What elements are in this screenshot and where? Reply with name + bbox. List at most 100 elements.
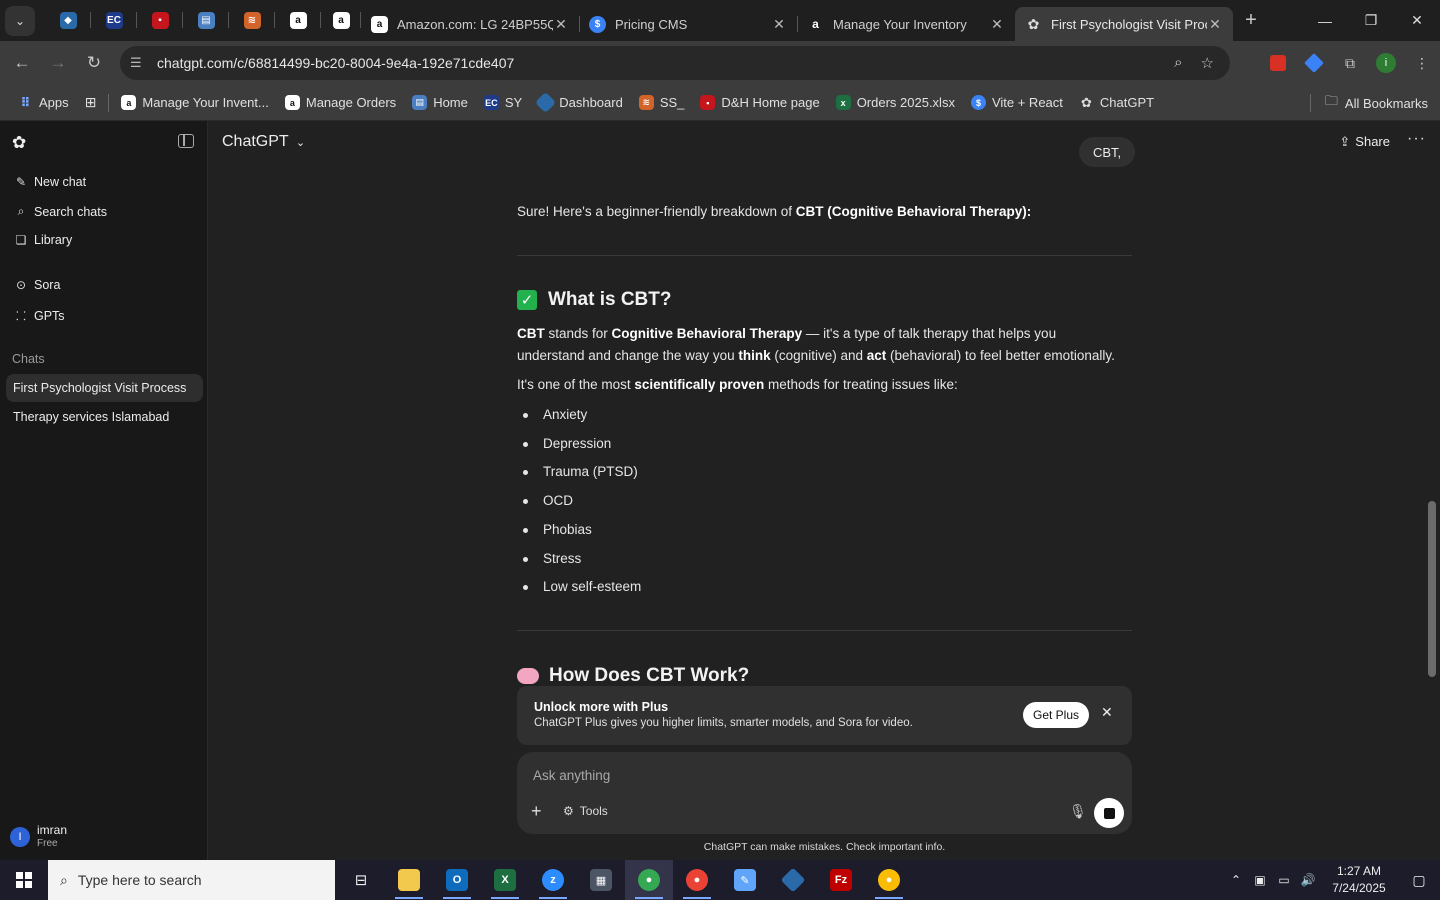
security-icon[interactable]: ▣ bbox=[1248, 873, 1272, 887]
chevron-up-icon[interactable]: ⌃ bbox=[1224, 873, 1248, 887]
site-info-icon[interactable]: ☰ bbox=[130, 55, 146, 71]
pinned-tab[interactable]: ◆ bbox=[45, 0, 91, 41]
user-profile[interactable]: I imran Free bbox=[10, 824, 67, 850]
bookmark-label: Vite + React bbox=[991, 95, 1063, 110]
bookmark-item[interactable]: EC SY bbox=[476, 95, 530, 110]
pinned-tab[interactable]: ▤ bbox=[183, 0, 229, 41]
taskbar-search[interactable]: ⌕ Type here to search bbox=[48, 860, 335, 900]
clock[interactable]: 1:27 AM 7/24/2025 bbox=[1320, 863, 1398, 897]
reload-icon[interactable]: ↻ bbox=[76, 53, 112, 73]
browser-tab[interactable]: a Manage Your Inventory ✕ bbox=[797, 7, 1015, 41]
bookmark-label: Orders 2025.xlsx bbox=[856, 95, 955, 110]
bookmark-apps[interactable]: ⠿ Apps bbox=[10, 95, 77, 111]
share-button[interactable]: ⇪ Share bbox=[1339, 134, 1390, 150]
pinned-tab[interactable]: a bbox=[321, 0, 361, 41]
browser-tab[interactable]: a Amazon.com: LG 24BP55Q ✕ bbox=[361, 7, 579, 41]
tab-groups-button[interactable]: ⊞ bbox=[77, 94, 105, 111]
zoom-icon[interactable]: ⌕ bbox=[1174, 54, 1182, 72]
text-run-bold: CBT (Cognitive Behavioral Therapy): bbox=[795, 204, 1032, 219]
new-tab-button[interactable]: + bbox=[1233, 9, 1269, 32]
sidebar-item-new-chat[interactable]: ✎ New chat bbox=[0, 175, 208, 189]
forward-arrow-icon[interactable]: → bbox=[40, 53, 76, 73]
url-text[interactable]: chatgpt.com/c/68814499-bc20-8004-9e4a-19… bbox=[157, 55, 1174, 71]
bookmark-item[interactable]: a Manage Your Invent... bbox=[113, 95, 276, 110]
browser-tab[interactable]: $ Pricing CMS ✕ bbox=[579, 7, 797, 41]
close-tab-icon[interactable]: ✕ bbox=[1207, 16, 1223, 33]
chrome-icon: ● bbox=[686, 869, 708, 891]
taskbar-app-notepad[interactable]: ✎ bbox=[721, 860, 769, 900]
notification-icon[interactable]: ▢ bbox=[1398, 872, 1440, 889]
sidebar-item-library[interactable]: ❏ Library bbox=[0, 233, 208, 247]
bookmark-star-icon[interactable]: ☆ bbox=[1201, 54, 1214, 72]
restore-icon[interactable]: ❐ bbox=[1348, 0, 1394, 41]
system-tray: ⌃ ▣ ▭ 🔊 1:27 AM 7/24/2025 ▢ bbox=[1224, 860, 1440, 900]
add-attachment-icon[interactable]: + bbox=[531, 801, 542, 822]
extensions-puzzle-icon[interactable]: ⧉ bbox=[1332, 55, 1368, 72]
microphone-icon[interactable]: 🎙 bbox=[1069, 803, 1087, 820]
close-tab-icon[interactable]: ✕ bbox=[553, 16, 569, 33]
stop-generating-button[interactable] bbox=[1094, 798, 1124, 828]
bookmark-item[interactable]: ≋ SS_ bbox=[631, 95, 693, 110]
taskbar-app-calculator[interactable]: ▦ bbox=[577, 860, 625, 900]
taskbar-app-chrome[interactable]: ● bbox=[865, 860, 913, 900]
chat-item-active[interactable]: First Psychologist Visit Process bbox=[6, 374, 203, 402]
taskbar-app-filezilla[interactable]: Fz bbox=[817, 860, 865, 900]
taskbar-app-explorer[interactable] bbox=[385, 860, 433, 900]
start-button[interactable] bbox=[0, 860, 48, 900]
scrollbar-thumb[interactable] bbox=[1428, 501, 1436, 677]
close-tab-icon[interactable]: ✕ bbox=[989, 16, 1005, 33]
tab-search-button[interactable]: ⌄ bbox=[5, 5, 35, 36]
model-selector[interactable]: ChatGPT ⌄ bbox=[222, 133, 305, 151]
prompt-input[interactable] bbox=[533, 764, 1093, 786]
taskbar-app-chrome[interactable]: ● bbox=[673, 860, 721, 900]
minimize-icon[interactable]: — bbox=[1302, 0, 1348, 41]
taskbar-app-excel[interactable]: X bbox=[481, 860, 529, 900]
profile-avatar[interactable]: i bbox=[1368, 53, 1404, 73]
pinned-tab[interactable]: ≋ bbox=[229, 0, 275, 41]
close-window-icon[interactable]: ✕ bbox=[1394, 0, 1440, 41]
sidebar-item-label: Library bbox=[34, 233, 73, 247]
taskbar-app-zoom[interactable]: z bbox=[529, 860, 577, 900]
openai-logo-icon[interactable]: ✿ bbox=[12, 133, 26, 153]
text-run: It's one of the most bbox=[517, 377, 635, 392]
back-arrow-icon[interactable]: ← bbox=[4, 53, 40, 73]
pinned-tab[interactable]: EC bbox=[91, 0, 137, 41]
sidebar-item-gpts[interactable]: ⸬ GPTs bbox=[0, 307, 208, 324]
taskbar-app-outlook[interactable]: O bbox=[433, 860, 481, 900]
bookmark-item[interactable]: x Orders 2025.xlsx bbox=[828, 95, 963, 110]
extension-blue-icon[interactable] bbox=[1296, 53, 1332, 73]
message-composer: + ⚙ Tools 🎙 bbox=[517, 752, 1132, 834]
pinned-tab[interactable]: ▪ bbox=[137, 0, 183, 41]
address-bar[interactable]: ☰ chatgpt.com/c/68814499-bc20-8004-9e4a-… bbox=[120, 46, 1230, 80]
bookmark-item[interactable]: a Manage Orders bbox=[277, 95, 404, 110]
sidebar-item-sora[interactable]: ⊙ Sora bbox=[0, 278, 208, 292]
close-tab-icon[interactable]: ✕ bbox=[771, 16, 787, 33]
network-icon[interactable]: ▭ bbox=[1272, 873, 1296, 887]
bookmark-item[interactable]: Dashboard bbox=[530, 91, 631, 114]
chat-item[interactable]: Therapy services Islamabad bbox=[6, 403, 203, 431]
close-icon[interactable]: ✕ bbox=[1101, 704, 1113, 721]
bookmark-item[interactable]: ▤ Home bbox=[404, 95, 476, 110]
sidebar-toggle-icon[interactable] bbox=[178, 134, 194, 148]
sidebar-item-search-chats[interactable]: ⌕ Search chats bbox=[0, 204, 208, 219]
bookmark-item[interactable]: ✿ ChatGPT bbox=[1071, 95, 1162, 111]
task-view-button[interactable]: ⊟ bbox=[337, 860, 385, 900]
text-run: (cognitive) and bbox=[770, 348, 867, 363]
list-item: Stress bbox=[522, 551, 582, 566]
tools-button[interactable]: ⚙ Tools bbox=[563, 804, 608, 818]
share-label: Share bbox=[1355, 134, 1390, 149]
taskbar-app-chrome[interactable]: ● bbox=[625, 860, 673, 900]
extension-red-icon[interactable] bbox=[1260, 55, 1296, 71]
bookmark-item[interactable]: $ Vite + React bbox=[963, 95, 1071, 110]
dollar-icon: $ bbox=[970, 95, 986, 110]
pinned-tab[interactable]: a bbox=[275, 0, 321, 41]
bookmark-item[interactable]: ▪ D&H Home page bbox=[692, 95, 827, 110]
all-bookmarks[interactable]: 🗀 All Bookmarks bbox=[1306, 85, 1428, 121]
get-plus-button[interactable]: Get Plus bbox=[1023, 702, 1090, 728]
volume-icon[interactable]: 🔊 bbox=[1296, 873, 1320, 887]
browser-tab-active[interactable]: ✿ First Psychologist Visit Proc ✕ bbox=[1015, 7, 1233, 41]
more-options-icon[interactable]: ··· bbox=[1407, 130, 1426, 148]
browser-menu-icon[interactable]: ⋮ bbox=[1404, 55, 1440, 72]
folder-icon: 🗀 bbox=[1324, 93, 1338, 108]
taskbar-app-diamond[interactable] bbox=[769, 860, 817, 900]
